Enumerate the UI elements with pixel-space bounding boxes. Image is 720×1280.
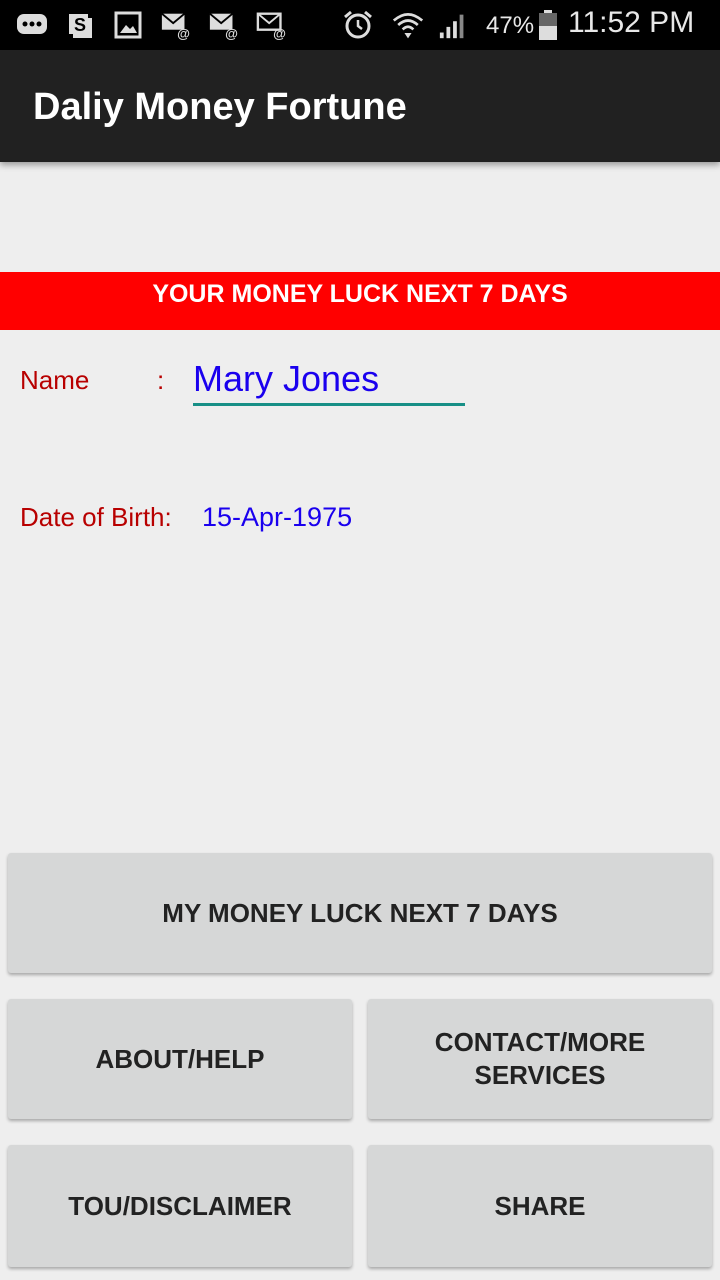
email-at-icon: @	[160, 9, 192, 41]
name-input[interactable]	[193, 354, 465, 406]
battery-icon	[532, 9, 564, 41]
status-bar: S @ @ @ 47% 11:52 PM	[0, 0, 720, 50]
wifi-icon	[392, 9, 424, 41]
signal-icon	[438, 9, 470, 41]
contact-more-services-button[interactable]: CONTACT/MORE SERVICES	[368, 999, 712, 1119]
email-at-icon: @	[256, 9, 288, 41]
name-label: Name	[20, 365, 90, 395]
svg-text:S: S	[74, 15, 86, 35]
about-help-button-label: ABOUT/HELP	[95, 1043, 265, 1074]
money-luck-button-label: MY MONEY LUCK NEXT 7 DAYS	[162, 897, 558, 928]
luck-banner: YOUR MONEY LUCK NEXT 7 DAYS	[0, 272, 720, 330]
about-help-button[interactable]: ABOUT/HELP	[8, 999, 352, 1119]
email-at-icon: @	[208, 9, 240, 41]
svg-text:@: @	[177, 26, 190, 40]
clock-time: 11:52 PM	[568, 6, 695, 39]
share-button-label: SHARE	[494, 1190, 586, 1221]
app-bar: Daliy Money Fortune	[0, 50, 720, 162]
dob-label: Date of Birth:	[20, 502, 172, 532]
alarm-icon	[342, 9, 374, 41]
dob-value: 15-Apr-1975	[202, 502, 353, 532]
share-button[interactable]: SHARE	[368, 1145, 712, 1267]
contact-button-label-line1: CONTACT/MORE	[434, 1027, 646, 1057]
svg-text:@: @	[273, 26, 286, 40]
s-box-icon: S	[64, 9, 96, 41]
name-separator: :	[157, 365, 165, 395]
app-title: Daliy Money Fortune	[33, 86, 407, 128]
tou-disclaimer-button-label: TOU/DISCLAIMER	[68, 1190, 292, 1221]
contact-button-label-line2: SERVICES	[474, 1060, 606, 1090]
tou-disclaimer-button[interactable]: TOU/DISCLAIMER	[8, 1145, 352, 1267]
svg-text:@: @	[225, 26, 238, 40]
money-luck-button[interactable]: MY MONEY LUCK NEXT 7 DAYS	[8, 853, 712, 973]
banner-text: YOUR MONEY LUCK NEXT 7 DAYS	[152, 280, 568, 308]
image-icon	[112, 9, 144, 41]
chat-bubble-icon	[16, 9, 48, 41]
battery-percent: 47%	[486, 12, 535, 39]
